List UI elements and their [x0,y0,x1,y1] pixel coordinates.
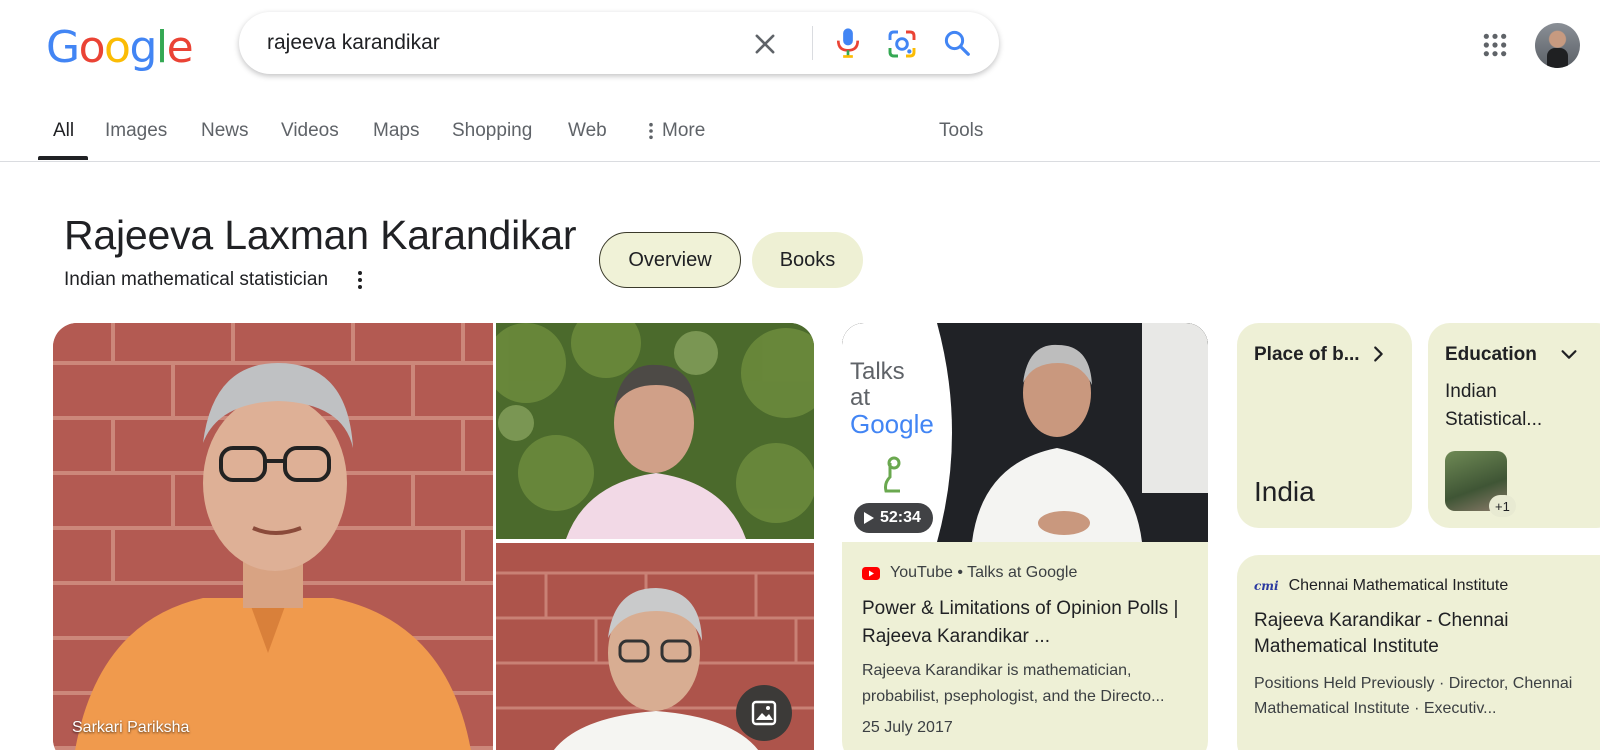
more-options-icon[interactable] [353,270,367,290]
more-vert-icon [649,122,653,140]
chevron-right-icon [1374,346,1383,362]
logo-letter: o [104,22,131,73]
microphone-icon[interactable] [833,26,863,60]
play-icon [864,512,874,524]
place-of-birth-card[interactable]: Place of b... India [1237,323,1412,528]
books-chip[interactable]: Books [752,232,863,288]
gallery-button[interactable] [736,685,792,741]
apps-grid-icon[interactable] [1482,32,1508,58]
tools-button[interactable]: Tools [939,120,983,142]
place-of-birth-value: India [1254,476,1315,507]
education-card[interactable]: Education Indian Statistical... +1 [1428,323,1600,528]
garden-portrait [496,323,814,539]
logo-letter: o [78,22,106,73]
more-images-badge: +1 [1489,495,1516,517]
result-source-label: Chennai Mathematical Institute [1288,577,1509,594]
video-source-label: YouTube • Talks at Google [890,564,1078,581]
tab-shopping[interactable]: Shopping [452,120,532,142]
logo-letter: G [46,22,80,73]
tab-more[interactable]: More [646,120,705,142]
youtube-icon [862,566,880,580]
entity-description: Indian mathematical statistician [64,269,329,290]
logo-letter: g [129,22,157,73]
thumbnail-caption: Talks at Google [850,358,934,439]
active-tab-indicator [38,156,88,160]
thumbnail-caption-line: Talks [850,358,905,385]
main-photo[interactable] [53,323,493,750]
video-date: 25 July 2017 [862,719,953,736]
video-card[interactable]: Talks at Google 52:34 YouTube • Talks at… [842,323,1208,750]
photo-credit: Sarkari Pariksha [72,719,190,736]
cmi-logo: cmi [1254,579,1279,593]
brick-wall-portrait [53,323,493,750]
image-icon [751,700,777,726]
video-duration: 52:34 [880,509,921,526]
close-icon[interactable] [751,30,779,58]
result-description: Positions Held Previously · Director, Ch… [1254,675,1573,717]
search-input[interactable]: rajeeva karandikar [267,31,440,55]
tab-maps[interactable]: Maps [373,120,419,142]
education-label: Education [1445,344,1537,365]
logo-letter: e [166,22,194,73]
tab-videos[interactable]: Videos [281,120,339,142]
google-logo[interactable]: Google [46,22,194,73]
thumbnail-caption-line: at [850,384,871,411]
video-thumbnail[interactable]: Talks at Google 52:34 [842,323,1208,542]
video-description: Rajeeva Karandikar is mathematician, pro… [862,662,1165,705]
search-icon[interactable] [942,28,972,58]
search-divider [812,26,813,60]
entity-title: Rajeeva Laxman Karandikar [64,212,577,258]
place-of-birth-label: Place of b... [1254,344,1360,365]
web-result-card[interactable]: cmi Chennai Mathematical Institute Rajee… [1237,555,1600,750]
overview-chip[interactable]: Overview [599,232,741,288]
video-source: YouTube • Talks at Google [862,564,1077,582]
education-value: Indian Statistical... [1445,381,1543,430]
logo-letter: l [155,22,168,73]
thumbnail-caption-line: Google [850,409,934,439]
result-source: cmi Chennai Mathematical Institute [1254,577,1508,595]
chevron-down-icon[interactable] [1558,343,1580,365]
tab-news[interactable]: News [201,120,249,142]
photo-thumbnail[interactable] [496,323,814,539]
video-title[interactable]: Power & Limitations of Opinion Polls | R… [862,595,1197,651]
tab-web[interactable]: Web [568,120,607,142]
avatar[interactable] [1535,23,1580,68]
tab-more-label: More [662,120,706,141]
search-box[interactable]: rajeeva karandikar [239,12,999,74]
search-tabs: All Images News Videos Maps Shopping Web… [0,110,1600,162]
search-results-page: Google rajeeva karandikar All Images New… [0,0,1600,750]
result-title[interactable]: Rajeeva Karandikar - Chennai Mathematica… [1254,608,1600,660]
tab-images[interactable]: Images [105,120,167,142]
tab-all[interactable]: All [53,120,74,142]
video-duration-badge: 52:34 [854,503,933,533]
lens-icon[interactable] [886,28,918,60]
